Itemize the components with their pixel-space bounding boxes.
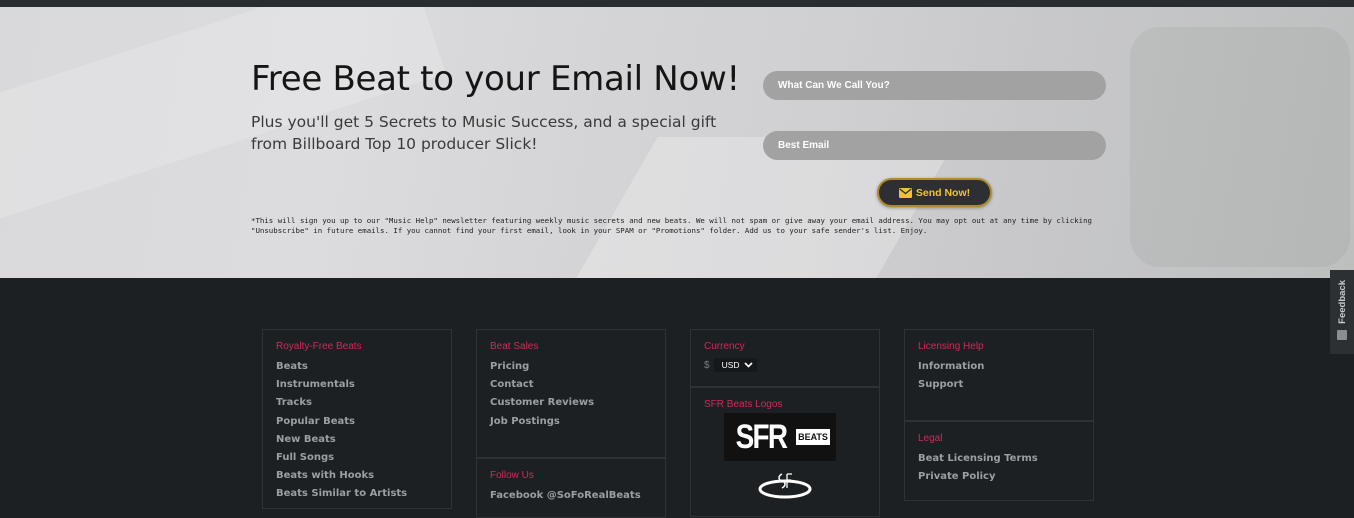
footer-link-tracks[interactable]: Tracks (276, 394, 439, 412)
top-bar (0, 0, 1354, 7)
sfr-beats-logo[interactable]: SFR BEATS (724, 413, 836, 461)
feedback-tab[interactable]: Feedback (1330, 270, 1354, 354)
legal-heading: Legal (918, 433, 943, 444)
footer-link-beats[interactable]: Beats (276, 358, 439, 376)
footer-column-licensing: Licensing Help Information Support Legal… (904, 329, 1094, 501)
footer-link-job-postings[interactable]: Job Postings (490, 413, 653, 431)
footer-link-facebook[interactable]: Facebook @SoFoRealBeats (490, 487, 653, 505)
hero-subline: Plus you'll get 5 Secrets to Music Succe… (251, 113, 717, 153)
beats-logo-mark: BEATS (796, 429, 830, 445)
footer-link-support[interactable]: Support (918, 376, 1081, 394)
licensing-help-heading: Licensing Help (918, 341, 984, 352)
currency-box: Currency $ USD (690, 329, 880, 387)
email-input[interactable] (763, 131, 1106, 160)
footer-link-beats-similar-artists[interactable]: Beats Similar to Artists (276, 485, 439, 503)
footer-link-popular-beats[interactable]: Popular Beats (276, 413, 439, 431)
footer-column-sales: Beat Sales Pricing Contact Customer Revi… (476, 329, 666, 518)
footer-link-information[interactable]: Information (918, 358, 1081, 376)
hero-background-shape (1130, 27, 1350, 267)
royalty-free-heading: Royalty-Free Beats (276, 341, 362, 352)
follow-us-heading: Follow Us (490, 470, 534, 481)
currency-row: $ USD (704, 358, 867, 372)
beat-sales-box: Beat Sales Pricing Contact Customer Revi… (476, 329, 666, 458)
legal-box: Legal Beat Licensing Terms Private Polic… (904, 421, 1094, 501)
site-footer: Royalty-Free Beats Beats Instrumentals T… (0, 278, 1354, 518)
envelope-icon (898, 187, 912, 198)
newsletter-disclaimer: *This will sign you up to our "Music Hel… (251, 216, 1092, 235)
newsletter-hero: Free Beat to your Email Now! Plus you'll… (0, 7, 1354, 278)
footer-link-new-beats[interactable]: New Beats (276, 431, 439, 449)
footer-link-customer-reviews[interactable]: Customer Reviews (490, 394, 653, 412)
send-now-label: Send Now! (915, 186, 971, 199)
feedback-icon (1337, 329, 1347, 340)
royalty-free-box: Royalty-Free Beats Beats Instrumentals T… (262, 329, 452, 509)
footer-link-beat-licensing-terms[interactable]: Beat Licensing Terms (918, 450, 1081, 468)
licensing-help-box: Licensing Help Information Support (904, 329, 1094, 421)
hero-headline: Free Beat to your Email Now! (251, 59, 740, 99)
footer-link-private-policy[interactable]: Private Policy (918, 468, 1081, 486)
sfr-logo-text: SFR (735, 417, 788, 456)
send-now-button[interactable]: Send Now! (877, 178, 992, 207)
footer-link-full-songs[interactable]: Full Songs (276, 449, 439, 467)
follow-us-box: Follow Us Facebook @SoFoRealBeats (476, 458, 666, 518)
chevron-down-icon (743, 362, 753, 368)
currency-symbol: $ (704, 359, 710, 371)
footer-link-pricing[interactable]: Pricing (490, 358, 653, 376)
footer-link-beats-with-hooks[interactable]: Beats with Hooks (276, 467, 439, 485)
name-input[interactable] (763, 71, 1106, 100)
logos-heading: SFR Beats Logos (704, 399, 783, 410)
currency-select[interactable]: USD (713, 358, 757, 372)
beat-sales-heading: Beat Sales (490, 341, 539, 352)
currency-heading: Currency (704, 341, 745, 352)
feedback-label: Feedback (1336, 280, 1348, 324)
sfr-ring-logo-icon[interactable] (756, 470, 814, 500)
footer-link-instrumentals[interactable]: Instrumentals (276, 376, 439, 394)
footer-link-contact[interactable]: Contact (490, 376, 653, 394)
footer-column-royalty: Royalty-Free Beats Beats Instrumentals T… (262, 329, 452, 509)
currency-selected-value: USD (721, 360, 740, 370)
